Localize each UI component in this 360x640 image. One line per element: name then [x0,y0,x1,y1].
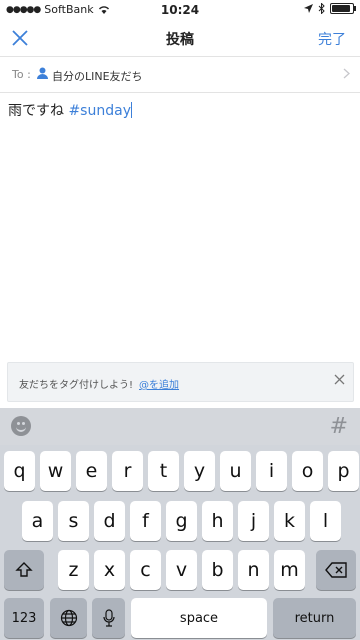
shift-icon [15,562,33,577]
key-s[interactable]: s [58,501,89,541]
chevron-right-icon [343,68,350,79]
tag-banner-message: 友だちをタグ付けしよう! [19,380,134,391]
bluetooth-icon [318,3,325,14]
key-g[interactable]: g [166,501,197,541]
shift-key[interactable] [4,550,44,590]
key-z[interactable]: z [58,550,89,590]
emoji-icon[interactable] [11,416,31,436]
key-h[interactable]: h [202,501,233,541]
post-text-input[interactable]: 雨ですね #sunday [8,100,132,120]
tag-friends-banner: 友だちをタグ付けしよう! @を追加 [7,362,354,402]
key-m[interactable]: m [274,550,305,590]
numbers-key[interactable]: 123 [4,598,44,638]
page-title: 投稿 [166,32,194,48]
key-c[interactable]: c [130,550,161,590]
globe-key[interactable] [50,598,87,638]
hashtag-button[interactable]: # [330,414,348,439]
globe-icon [60,609,77,627]
key-j[interactable]: j [238,501,269,541]
dictation-key[interactable] [92,598,125,638]
key-y[interactable]: y [184,451,215,491]
key-u[interactable]: u [220,451,251,491]
status-bar: ●●●●● SoftBank 10:24 [0,0,360,20]
keyboard: # q w e r t y u i o p a s d f g h j k l z x c v b n m 123 space retu… [0,408,360,640]
battery-icon [330,3,356,14]
key-n[interactable]: n [238,550,269,590]
key-b[interactable]: b [202,550,233,590]
space-key[interactable]: space [131,598,267,638]
location-icon [304,4,313,13]
key-l[interactable]: l [310,501,341,541]
key-t[interactable]: t [148,451,179,491]
to-label: To : [12,68,31,81]
text-cursor [130,102,132,118]
key-d[interactable]: d [94,501,125,541]
battery-level [332,5,350,12]
key-e[interactable]: e [76,451,107,491]
navigation-bar: 投稿 完了 [0,20,360,57]
key-w[interactable]: w [40,451,71,491]
keyboard-toolbar: # [0,408,360,445]
key-q[interactable]: q [4,451,35,491]
key-x[interactable]: x [94,550,125,590]
key-k[interactable]: k [274,501,305,541]
return-key[interactable]: return [273,598,356,638]
key-o[interactable]: o [292,451,323,491]
microphone-icon [102,609,115,627]
dismiss-banner-icon[interactable] [334,374,345,385]
key-v[interactable]: v [166,550,197,590]
key-f[interactable]: f [130,501,161,541]
add-mention-link[interactable]: @を追加 [139,380,179,391]
person-icon [37,67,48,79]
backspace-icon [325,562,347,578]
key-p[interactable]: p [328,451,359,491]
key-a[interactable]: a [22,501,53,541]
delete-key[interactable] [316,550,356,590]
done-button[interactable]: 完了 [318,29,346,49]
audience-selector[interactable]: To : 自分のLINE友だち [0,57,360,93]
key-i[interactable]: i [256,451,287,491]
hashtag-text: #sunday [68,103,131,119]
audience-value: 自分のLINE友だち [52,70,143,83]
post-text: 雨ですね [8,103,69,119]
key-r[interactable]: r [112,451,143,491]
